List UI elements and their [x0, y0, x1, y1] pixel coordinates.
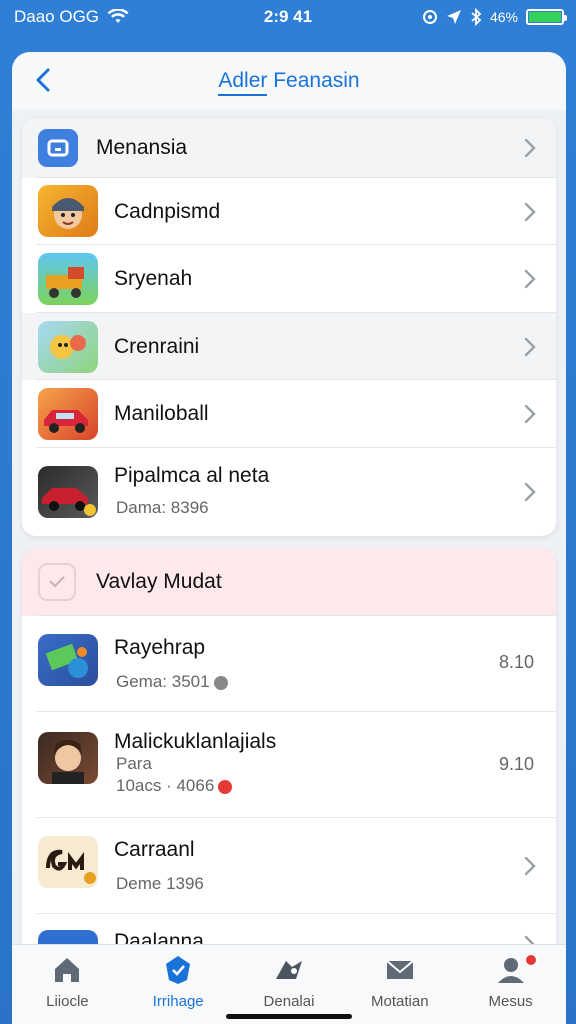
item-subtitle: Dama: 8396	[116, 498, 209, 517]
home-icon	[55, 958, 80, 982]
location-icon	[446, 10, 461, 24]
item-subtitle: Gema: 3501	[116, 672, 228, 692]
games-card: Menansia Cadnpismd Sryenah Crenraini Man…	[22, 118, 556, 536]
tab-label: Liiocle	[46, 993, 89, 1010]
truck-game-icon	[38, 253, 98, 305]
gm-logo-icon	[38, 836, 98, 888]
tab-profile[interactable]: Mesus	[455, 945, 566, 1024]
racing-car-icon	[38, 388, 98, 440]
status-bar: Daao OGG 2:9 41 46%	[0, 0, 576, 34]
list-item[interactable]: Cadnpismd	[22, 178, 556, 245]
info-icon	[213, 675, 228, 690]
item-title: Crenraini	[114, 334, 200, 358]
chevron-right-icon	[524, 269, 536, 289]
list-item[interactable]: Malickuklanlajials Para 10acs · 4066 9.1…	[22, 712, 556, 818]
battery-icon	[526, 9, 567, 25]
chevron-right-icon	[524, 482, 536, 502]
item-title: Malickuklanlajials	[114, 730, 277, 753]
page-title-part2: Feanasin	[267, 69, 360, 92]
list-item[interactable]: Pipalmca al neta Dama: 8396	[22, 448, 556, 536]
tab-label: Irrihage	[152, 993, 204, 1010]
tab-home[interactable]: Liiocle	[12, 945, 123, 1024]
page-title: Adler Feanasin	[218, 69, 360, 96]
profile-icon	[497, 958, 524, 983]
card-header-label: Menansia	[96, 136, 188, 159]
tab-label: Motatian	[371, 993, 429, 1010]
tab-label: Denalai	[263, 993, 315, 1010]
item-subtitle-1: Para	[116, 754, 152, 773]
featured-card: Vavlay Mudat Rayehrap Gema: 3501 8.10 Ma…	[22, 548, 556, 968]
chevron-right-icon	[524, 337, 536, 356]
inbox-icon	[386, 960, 414, 979]
card-header-label: Vavlay Mudat	[96, 570, 222, 593]
checkbox-icon[interactable]	[38, 563, 76, 601]
chevron-right-icon	[524, 138, 536, 158]
main-sheet: Adler Feanasin Menansia Cadnpismd Sryena…	[12, 52, 566, 1024]
item-subtitle: Deme 1396	[116, 874, 204, 893]
bluetooth-icon	[471, 8, 482, 26]
list-item[interactable]: Sryenah	[22, 245, 556, 313]
tab-games[interactable]: Denalai	[234, 945, 345, 1024]
puzzle-game-icon	[38, 321, 98, 373]
item-title: Carraanl	[114, 838, 195, 861]
status-right: 46%	[422, 8, 567, 26]
list-item[interactable]: Carraanl Deme 1396	[22, 818, 556, 914]
list-item[interactable]: Maniloball	[22, 380, 556, 448]
item-subtitle-text: Gema: 3501	[116, 672, 210, 691]
focus-icon	[422, 10, 437, 24]
chevron-right-icon	[524, 856, 536, 876]
item-title: Pipalmca al neta	[114, 464, 270, 487]
battery-percent: 46%	[489, 9, 518, 25]
card-header-menansia[interactable]: Menansia	[22, 118, 556, 178]
nav-header: Adler Feanasin	[12, 52, 566, 110]
alert-icon	[218, 779, 233, 794]
tab-image[interactable]: Irrihage	[123, 945, 234, 1024]
item-title: Maniloball	[114, 402, 209, 425]
tab-messages[interactable]: Motatian	[344, 945, 455, 1024]
sports-car-icon	[38, 466, 98, 518]
game-icon	[275, 961, 302, 979]
list-item[interactable]: Rayehrap Gema: 3501 8.10	[22, 616, 556, 712]
item-title: Rayehrap	[114, 636, 206, 659]
card-header-vavlay[interactable]: Vavlay Mudat	[22, 548, 556, 616]
page-title-part1: Adler	[218, 69, 268, 96]
back-chevron-icon[interactable]	[28, 64, 60, 96]
item-value: 8.10	[498, 652, 534, 672]
notification-badge	[523, 953, 538, 967]
app-store-icon	[38, 129, 78, 167]
home-indicator	[226, 1014, 352, 1019]
chevron-right-icon	[524, 404, 536, 424]
tab-bar: Liiocle Irrihage Denalai Motatian Mesus	[12, 944, 566, 1024]
cartoon-boy-icon	[38, 185, 98, 237]
chevron-right-icon	[524, 202, 536, 221]
item-subtitle-text: 10acs · 4066	[116, 776, 215, 795]
shield-icon	[166, 956, 191, 984]
money-game-icon	[38, 634, 98, 686]
tab-label: Mesus	[488, 993, 533, 1010]
list-item[interactable]: Crenraini	[22, 313, 556, 380]
item-value: 9.10	[498, 754, 534, 774]
item-title: Sryenah	[114, 267, 193, 290]
item-subtitle: 10acs · 4066	[116, 776, 233, 796]
item-title: Cadnpismd	[114, 199, 221, 223]
character-portrait-icon	[38, 732, 98, 784]
